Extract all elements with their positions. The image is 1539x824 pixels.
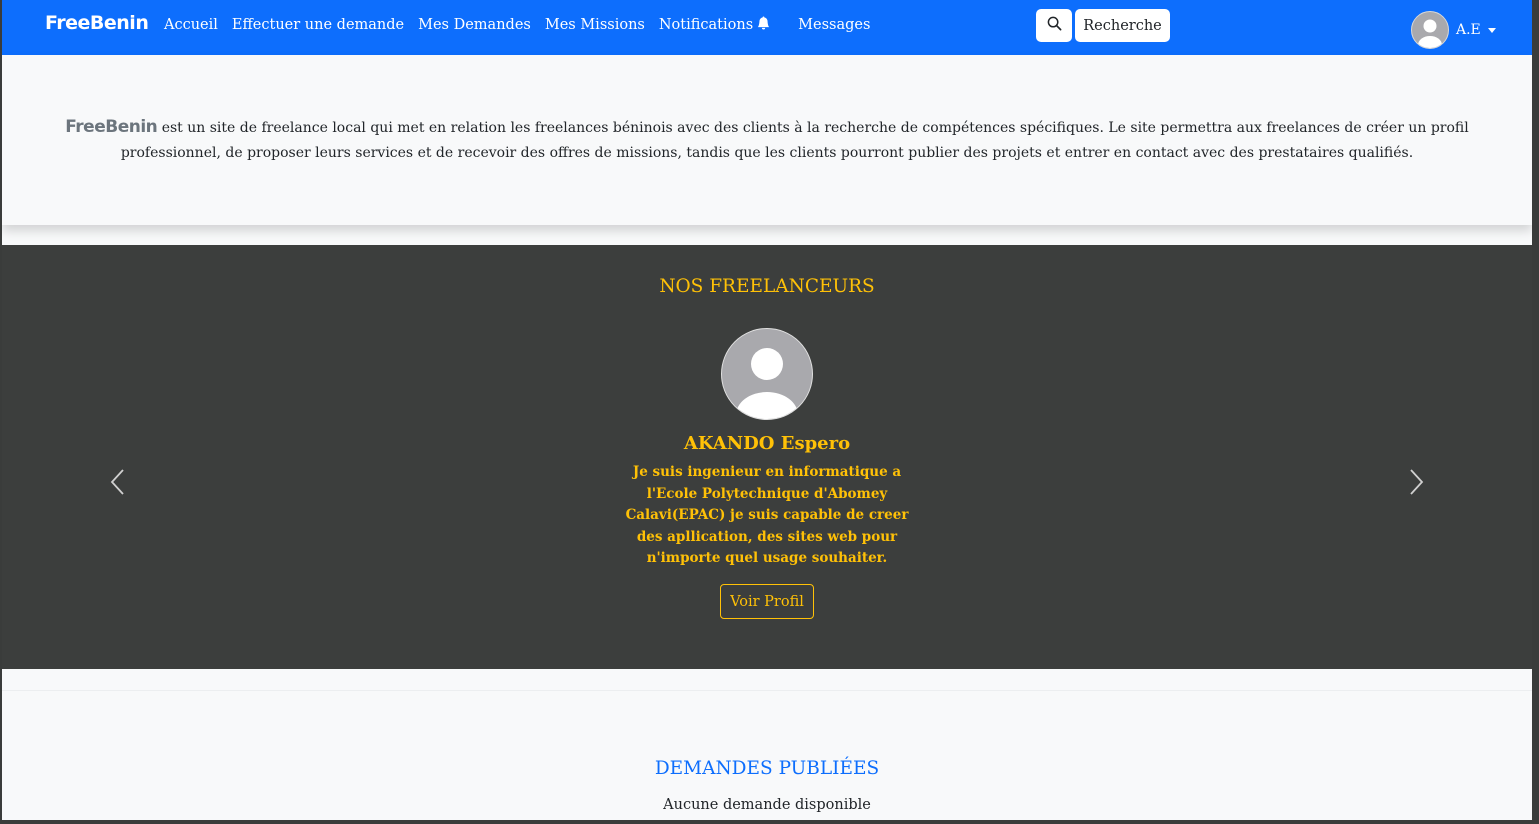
nav-link-mes-missions[interactable]: Mes Missions bbox=[538, 16, 652, 34]
user-initials: A.E bbox=[1456, 22, 1481, 38]
empty-demandes-message: Aucune demande disponible bbox=[663, 797, 871, 813]
nav-link-messages[interactable]: Messages bbox=[791, 16, 877, 34]
nav-link-accueil[interactable]: Accueil bbox=[157, 16, 225, 34]
recherche-button[interactable]: Recherche bbox=[1075, 9, 1170, 42]
chevron-left-icon bbox=[106, 469, 128, 501]
window-edge bbox=[0, 820, 1539, 824]
intro-description: est un site de freelance local qui met e… bbox=[120, 120, 1469, 161]
freelancer-avatar bbox=[721, 328, 813, 420]
search-icon bbox=[1047, 16, 1062, 35]
carousel-prev-button[interactable] bbox=[106, 467, 128, 501]
divider bbox=[2, 690, 1532, 691]
intro-section: FreeBenin est un site de freelance local… bbox=[2, 55, 1532, 225]
intro-text: FreeBenin est un site de freelance local… bbox=[42, 115, 1492, 166]
nav-link-notifications-label: Notifications bbox=[658, 17, 754, 33]
user-menu[interactable]: A.E bbox=[1411, 11, 1496, 49]
freelancer-name: AKANDO Espero bbox=[683, 433, 851, 454]
navbar: FreeBenin Accueil Effectuer une demande … bbox=[2, 0, 1532, 55]
carousel-next-button[interactable] bbox=[1406, 467, 1428, 501]
intro-brand: FreeBenin bbox=[65, 117, 158, 137]
nav-link-mes-demandes[interactable]: Mes Demandes bbox=[411, 16, 538, 34]
demandes-title: DEMANDES PUBLIÉES bbox=[654, 758, 880, 779]
brand-logo[interactable]: FreeBenin bbox=[45, 12, 149, 34]
freelancer-description: Je suis ingenieur en informatique a l'Ec… bbox=[625, 464, 909, 566]
freelancers-section: NOS FREELANCEURS AKANDO Espero Je suis i… bbox=[2, 245, 1532, 669]
search-button[interactable] bbox=[1036, 9, 1072, 42]
nav-link-effectuer-demande[interactable]: Effectuer une demande bbox=[225, 16, 411, 34]
avatar bbox=[1411, 11, 1449, 49]
nav-link-notifications[interactable]: Notifications bbox=[652, 16, 777, 34]
demandes-section: DEMANDES PUBLIÉES Aucune demande disponi… bbox=[2, 669, 1532, 820]
window-edge bbox=[1532, 0, 1539, 824]
freelancers-title: NOS FREELANCEURS bbox=[659, 276, 875, 297]
page: FreeBenin Accueil Effectuer une demande … bbox=[2, 0, 1532, 820]
chevron-right-icon bbox=[1406, 469, 1428, 501]
caret-down-icon bbox=[1487, 22, 1496, 38]
voir-profil-button[interactable]: Voir Profil bbox=[720, 584, 814, 619]
bell-icon bbox=[757, 16, 770, 34]
nav-links: Accueil Effectuer une demande Mes Demand… bbox=[157, 16, 877, 34]
